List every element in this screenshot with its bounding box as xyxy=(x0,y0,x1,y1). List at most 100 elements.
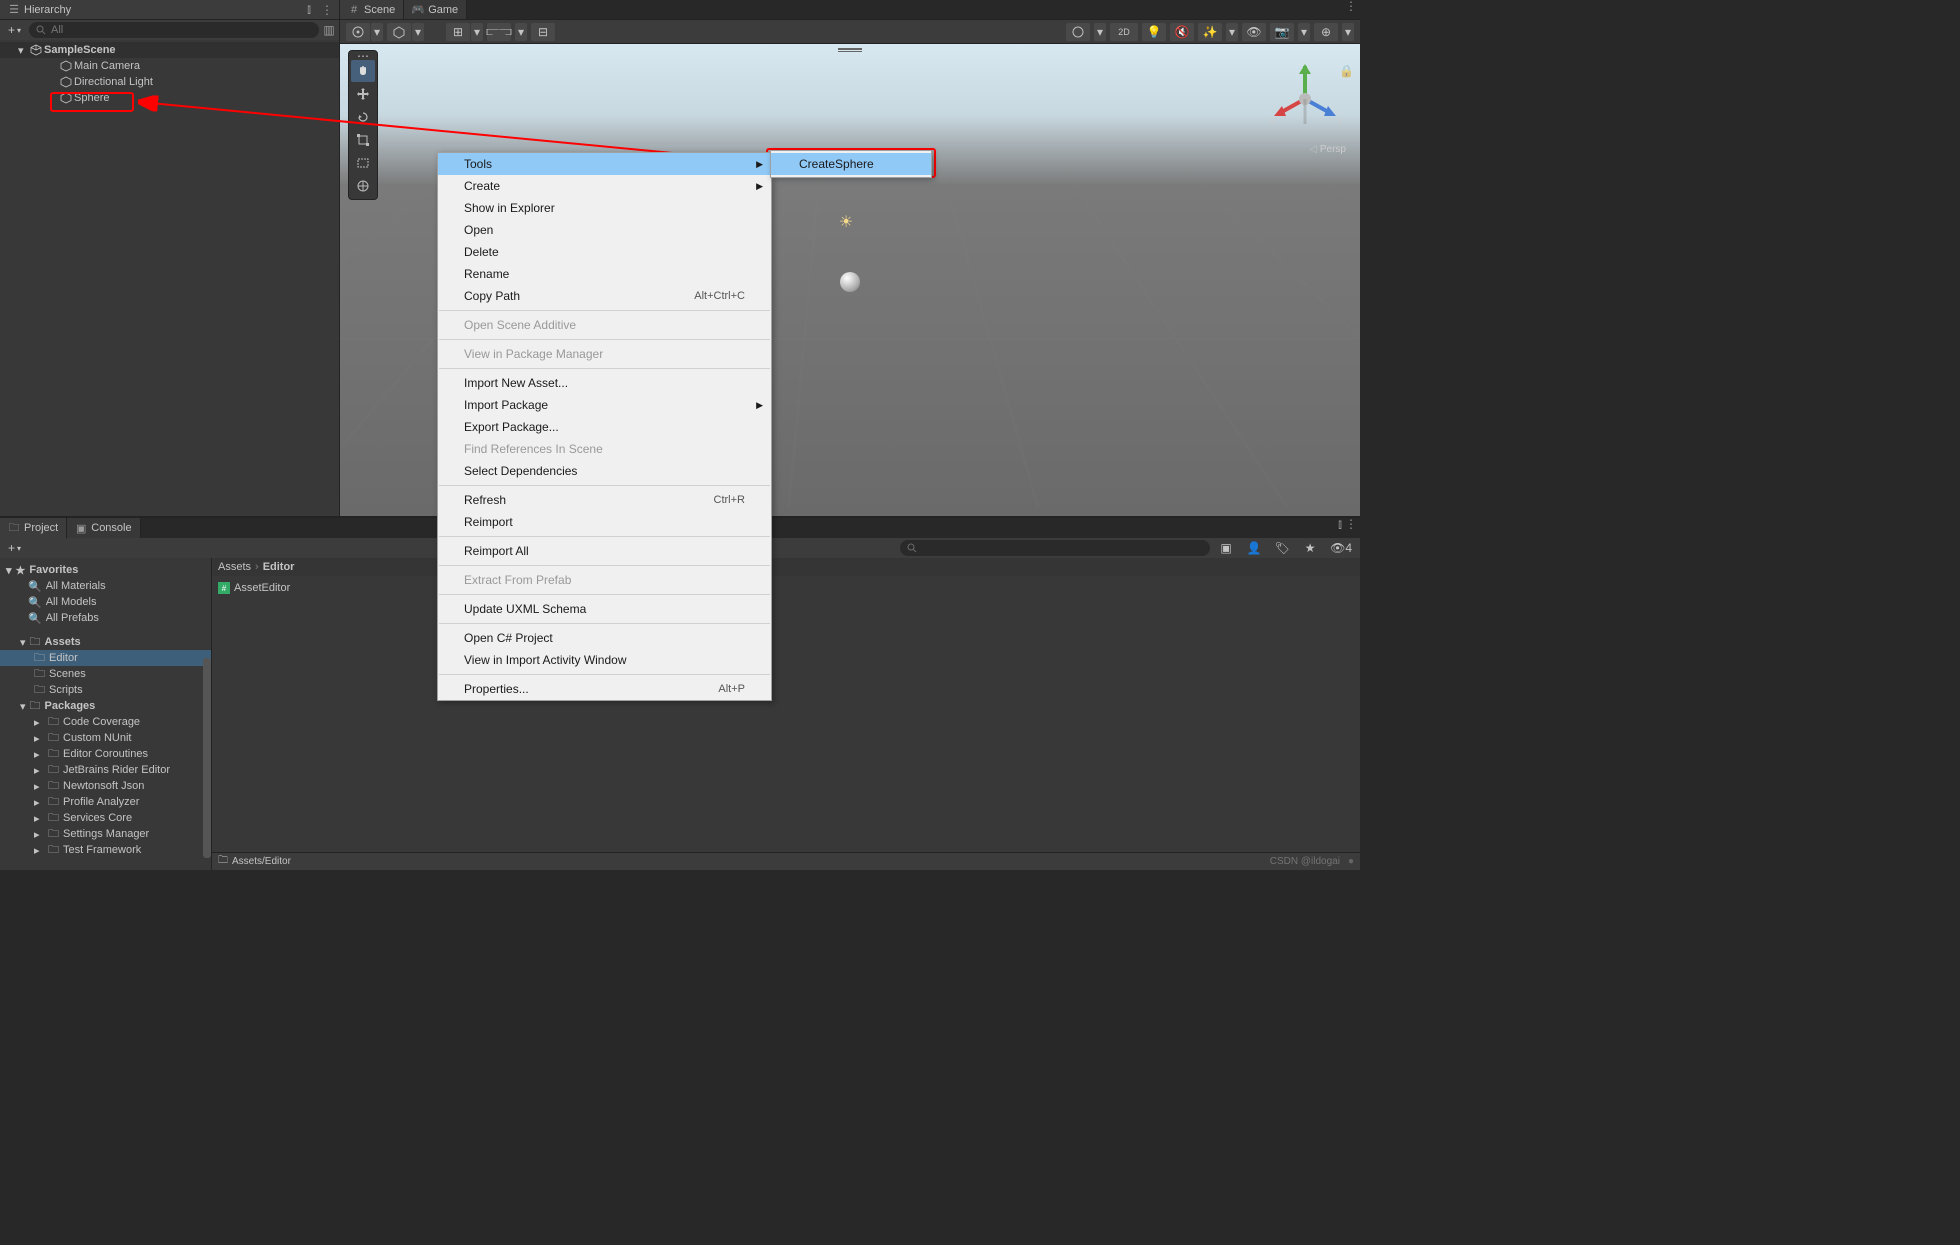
foldout-icon[interactable]: ▸ xyxy=(34,748,44,761)
breadcrumb-item[interactable]: Assets xyxy=(218,561,251,573)
menu-item[interactable]: Reimport All xyxy=(438,540,771,562)
package-item[interactable]: ▸🗀Code Coverage xyxy=(0,714,211,730)
foldout-icon[interactable]: ▸ xyxy=(34,828,44,841)
2d-toggle[interactable]: 2D xyxy=(1110,23,1138,41)
menu-item[interactable]: Tools▶ xyxy=(438,153,771,175)
menu-item[interactable]: Import Package▶ xyxy=(438,394,771,416)
search-by-type-button[interactable]: ▣ xyxy=(1214,539,1238,557)
favorite-button[interactable]: ★ xyxy=(1298,539,1322,557)
foldout-icon[interactable]: ▸ xyxy=(34,780,44,793)
move-tool[interactable] xyxy=(351,83,375,105)
menu-item[interactable]: Open Scene Additive xyxy=(438,314,771,336)
menu-item[interactable]: Rename xyxy=(438,263,771,285)
create-button[interactable]: + ▾ xyxy=(4,23,25,37)
sphere-object[interactable] xyxy=(840,272,860,292)
menu-item[interactable]: Create▶ xyxy=(438,175,771,197)
menu-item[interactable]: Show in Explorer xyxy=(438,197,771,219)
menu-item[interactable]: Copy PathAlt+Ctrl+C xyxy=(438,285,771,307)
gizmos-button[interactable]: ⊕ xyxy=(1314,23,1338,41)
overlay-handle[interactable] xyxy=(838,48,862,51)
search-input[interactable] xyxy=(51,24,313,36)
menu-item[interactable]: Import New Asset... xyxy=(438,372,771,394)
console-tab[interactable]: ▣ Console xyxy=(67,518,140,538)
camera-button[interactable]: 📷 xyxy=(1270,23,1294,41)
dropdown-icon[interactable]: ▾ xyxy=(412,23,424,41)
menu-item[interactable]: Delete xyxy=(438,241,771,263)
orientation-gizmo[interactable]: x z xyxy=(1260,54,1350,144)
lighting-toggle[interactable]: 💡 xyxy=(1142,23,1166,41)
dropdown-icon[interactable]: ▾ xyxy=(471,23,483,41)
context-menu[interactable]: Tools▶Create▶Show in ExplorerOpenDeleteR… xyxy=(437,152,772,701)
breadcrumb-item[interactable]: Editor xyxy=(263,561,295,573)
menu-item[interactable]: View in Import Activity Window xyxy=(438,649,771,671)
menu-item[interactable]: RefreshCtrl+R xyxy=(438,489,771,511)
foldout-icon[interactable]: ▸ xyxy=(34,732,44,745)
foldout-icon[interactable]: ▾ xyxy=(20,636,26,649)
scene-root[interactable]: ▾ SampleScene xyxy=(0,42,339,58)
local-button[interactable] xyxy=(387,23,411,41)
menu-item[interactable]: Extract From Prefab xyxy=(438,569,771,591)
package-item[interactable]: ▸🗀Settings Manager xyxy=(0,826,211,842)
menu-item[interactable]: View in Package Manager xyxy=(438,343,771,365)
dropdown-icon[interactable]: ▾ xyxy=(1342,23,1354,41)
package-item[interactable]: ▸🗀Newtonsoft Json xyxy=(0,778,211,794)
foldout-icon[interactable]: ▾ xyxy=(20,700,26,713)
fx-toggle[interactable]: ✨ xyxy=(1198,23,1222,41)
rect-tool[interactable] xyxy=(351,152,375,174)
foldout-icon[interactable]: ▸ xyxy=(34,796,44,809)
context-submenu[interactable]: CreateSphere xyxy=(770,150,932,178)
grid-snap-button[interactable]: ⊞ xyxy=(446,23,470,41)
favorites-header[interactable]: ▾ ★ Favorites xyxy=(0,562,211,578)
draw-mode-button[interactable] xyxy=(1066,23,1090,41)
menu-item[interactable]: Reimport xyxy=(438,511,771,533)
asset-item[interactable]: # AssetEditor xyxy=(218,580,1354,596)
search-by-label-button[interactable]: 👤 xyxy=(1242,539,1266,557)
folder-scenes[interactable]: 🗀Scenes xyxy=(0,666,211,682)
foldout-icon[interactable]: ▾ xyxy=(18,44,28,57)
submenu-item-createsphere[interactable]: CreateSphere xyxy=(771,153,931,175)
favorite-item[interactable]: 🔍All Models xyxy=(0,594,211,610)
game-tab[interactable]: 🎮 Game xyxy=(404,0,467,19)
package-item[interactable]: ▸🗀Test Framework xyxy=(0,842,211,858)
foldout-icon[interactable]: ▸ xyxy=(34,844,44,857)
package-item[interactable]: ▸🗀Profile Analyzer xyxy=(0,794,211,810)
create-asset-button[interactable]: + ▾ xyxy=(4,541,25,555)
increment-snap-button[interactable]: ⊟ xyxy=(531,23,555,41)
menu-item[interactable]: Select Dependencies xyxy=(438,460,771,482)
favorite-item[interactable]: 🔍All Materials xyxy=(0,578,211,594)
dropdown-icon[interactable]: ▾ xyxy=(515,23,527,41)
menu-item[interactable]: Properties...Alt+P xyxy=(438,678,771,700)
detach-icon[interactable]: ⫾ xyxy=(303,4,315,16)
filter-icon[interactable]: ▥ xyxy=(323,24,335,36)
hierarchy-item-sphere[interactable]: Sphere xyxy=(0,90,339,106)
hierarchy-item-light[interactable]: Directional Light xyxy=(0,74,339,90)
package-item[interactable]: ▸🗀Editor Coroutines xyxy=(0,746,211,762)
hand-tool[interactable] xyxy=(351,60,375,82)
perspective-label[interactable]: ◁ Persp xyxy=(1309,144,1346,155)
light-gizmo[interactable]: ☀ xyxy=(836,212,856,232)
scrollbar-thumb[interactable] xyxy=(203,658,211,858)
foldout-icon[interactable]: ▾ xyxy=(6,564,12,577)
snap-button[interactable]: ⫍⫎ xyxy=(487,23,511,41)
foldout-icon[interactable]: ▸ xyxy=(34,716,44,729)
hierarchy-search[interactable] xyxy=(29,22,319,38)
project-search-input[interactable] xyxy=(922,542,1204,554)
folder-editor[interactable]: 🗀Editor xyxy=(0,650,211,666)
palette-drag-handle[interactable]: ⋯ xyxy=(351,53,375,59)
dropdown-icon[interactable]: ▾ xyxy=(1226,23,1238,41)
dropdown-icon[interactable]: ▾ xyxy=(1298,23,1310,41)
kebab-icon[interactable]: ⋮ xyxy=(1348,0,1360,12)
audio-toggle[interactable]: 🔇 xyxy=(1170,23,1194,41)
scale-tool[interactable] xyxy=(351,129,375,151)
package-item[interactable]: ▸🗀Custom NUnit xyxy=(0,730,211,746)
menu-item[interactable]: Open C# Project xyxy=(438,627,771,649)
rotate-tool[interactable] xyxy=(351,106,375,128)
foldout-icon[interactable]: ▸ xyxy=(34,764,44,777)
kebab-icon[interactable]: ⋮ xyxy=(1348,518,1360,530)
transform-tool[interactable] xyxy=(351,175,375,197)
menu-item[interactable]: Find References In Scene xyxy=(438,438,771,460)
save-search-button[interactable]: 🏷 xyxy=(1270,539,1294,557)
hierarchy-item-camera[interactable]: Main Camera xyxy=(0,58,339,74)
foldout-icon[interactable]: ▸ xyxy=(34,812,44,825)
hierarchy-tab[interactable]: ☰ Hierarchy xyxy=(0,0,79,19)
